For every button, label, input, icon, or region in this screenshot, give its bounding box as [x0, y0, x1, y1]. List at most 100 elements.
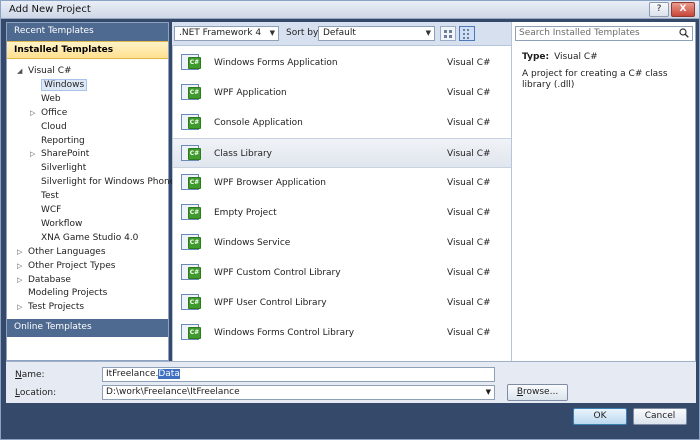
csharp-project-icon: C#	[181, 324, 201, 342]
ok-button[interactable]: OK	[573, 408, 627, 425]
template-language: Visual C#	[447, 238, 491, 248]
template-language: Visual C#	[447, 298, 491, 308]
template-row[interactable]: C# WPF Browser Application Visual C#	[173, 168, 512, 198]
location-label: Location:	[15, 388, 57, 398]
template-toolbar: .NET Framework 4 ▼ Sort by: Default ▼	[172, 22, 511, 46]
tree-item[interactable]: Windows	[41, 78, 88, 92]
template-language: Visual C#	[447, 58, 491, 68]
search-icon	[679, 28, 689, 38]
tree-item-label: Visual C#	[28, 66, 72, 76]
template-row[interactable]: C# WPF Custom Control Library Visual C#	[173, 258, 512, 288]
template-name: Console Application	[214, 118, 303, 128]
expand-arrow-icon[interactable]: ▷	[17, 245, 26, 259]
template-language: Visual C#	[447, 328, 491, 338]
template-row[interactable]: C# WPF Application Visual C#	[173, 78, 512, 108]
template-name: Windows Forms Control Library	[214, 328, 355, 338]
medium-icons-view-button[interactable]	[440, 26, 456, 41]
template-language: Visual C#	[447, 208, 491, 218]
tree-item[interactable]: XNA Game Studio 4.0	[41, 231, 138, 245]
template-row[interactable]: C# Windows Service Visual C#	[173, 228, 512, 258]
installed-templates-header[interactable]: Installed Templates	[7, 41, 168, 59]
sort-dropdown[interactable]: Default ▼	[318, 26, 435, 41]
name-label: Name:	[15, 370, 45, 380]
cancel-button[interactable]: Cancel	[633, 408, 687, 425]
dialog-footer: OK Cancel	[1, 403, 699, 439]
template-category-pane: Recent Templates Installed Templates ◢ Vi…	[6, 22, 175, 361]
framework-dropdown[interactable]: .NET Framework 4 ▼	[174, 26, 279, 41]
tree-item[interactable]: Silverlight for Windows Phone	[41, 175, 175, 189]
tree-item[interactable]: ▷ Other Project Types	[17, 259, 116, 273]
template-row[interactable]: C# Windows Forms Application Visual C#	[173, 48, 512, 78]
type-label: Type:	[522, 52, 550, 62]
location-value: D:\work\Freelance\ItFreelance	[106, 387, 240, 397]
sort-by-label: Sort by:	[286, 28, 321, 38]
tree-item-label: Other Project Types	[28, 260, 116, 271]
tree-item[interactable]: Cloud	[41, 120, 67, 134]
template-list: C# Windows Forms Application Visual C# C# WP…	[172, 46, 512, 361]
template-name: Class Library	[214, 149, 273, 159]
search-templates-input[interactable]: Search Installed Templates	[515, 26, 693, 41]
expand-arrow-icon[interactable]: ▷	[17, 273, 26, 287]
template-name: WPF Browser Application	[214, 178, 326, 188]
template-name: WPF Custom Control Library	[214, 268, 341, 278]
project-name-input[interactable]: ItFreelance.Data	[102, 367, 495, 382]
template-name: WPF User Control Library	[214, 298, 327, 308]
template-language: Visual C#	[447, 118, 491, 128]
sort-value: Default	[323, 28, 356, 38]
recent-templates-header[interactable]: Recent Templates	[7, 23, 168, 41]
online-templates-header[interactable]: Online Templates	[7, 319, 168, 337]
tree-item-label: Workflow	[41, 218, 83, 229]
tree-item[interactable]: ▷ Other Languages	[17, 245, 106, 259]
template-name: Windows Service	[214, 238, 291, 248]
close-button[interactable]: X	[671, 2, 695, 17]
tree-item[interactable]: Reporting	[41, 134, 85, 148]
add-new-project-dialog: Add New Project ? X Recent Templates Ins…	[0, 0, 700, 440]
template-name: Empty Project	[214, 208, 277, 218]
help-button[interactable]: ?	[649, 2, 669, 17]
tree-item-label: Other Languages	[28, 246, 106, 257]
template-row[interactable]: C# Empty Project Visual C#	[173, 198, 512, 228]
csharp-project-icon: C#	[181, 145, 201, 163]
tree-item[interactable]: Test	[41, 189, 59, 203]
tree-item[interactable]: WCF	[41, 203, 61, 217]
name-value-plain: ItFreelance.	[106, 369, 159, 379]
template-row[interactable]: C# Windows Forms Control Library Visual C#	[173, 318, 512, 348]
tree-item[interactable]: Workflow	[41, 217, 82, 231]
small-icons-view-button[interactable]	[459, 26, 475, 41]
tree-item[interactable]: Web	[41, 92, 61, 106]
tree-item[interactable]: ▷ SharePoint	[30, 147, 90, 161]
browse-button[interactable]: Browse...	[507, 384, 568, 401]
tree-item-label: Cloud	[41, 121, 67, 132]
template-description: A project for creating a C# class librar…	[522, 69, 668, 90]
title-bar: Add New Project ? X	[1, 1, 699, 19]
name-value-selection: Data	[158, 369, 180, 379]
tree-item[interactable]: ▷ Test Projects	[17, 300, 85, 314]
expand-arrow-icon[interactable]: ▷	[30, 147, 39, 161]
csharp-project-icon: C#	[181, 234, 201, 252]
template-language: Visual C#	[447, 149, 491, 159]
collapse-arrow-icon[interactable]: ◢	[17, 64, 26, 78]
template-name: WPF Application	[214, 88, 287, 98]
tree-item-label: Reporting	[41, 135, 85, 146]
expand-arrow-icon[interactable]: ▷	[17, 300, 26, 314]
tree-item-label: Test Projects	[28, 302, 85, 313]
csharp-project-icon: C#	[181, 174, 201, 192]
location-combo[interactable]: D:\work\Freelance\ItFreelance ▼	[102, 385, 495, 400]
tree-item[interactable]: ◢ Visual C#	[17, 64, 72, 78]
tree-item-label: SharePoint	[41, 149, 90, 160]
tree-item-label: Office	[41, 107, 68, 118]
template-row[interactable]: C# Console Application Visual C#	[173, 108, 512, 138]
template-row[interactable]: C# Class Library Visual C#	[173, 138, 512, 168]
expand-arrow-icon[interactable]: ▷	[30, 106, 39, 120]
tree-item[interactable]: Silverlight	[41, 161, 86, 175]
template-row[interactable]: C# WPF User Control Library Visual C#	[173, 288, 512, 318]
template-language: Visual C#	[447, 268, 491, 278]
tree-item[interactable]: ▷ Database	[17, 273, 71, 287]
tree-item-label: Database	[28, 274, 71, 285]
chevron-down-icon: ▼	[269, 29, 275, 37]
template-details-pane: Search Installed Templates Type: Visual C…	[511, 22, 696, 361]
tree-item[interactable]: Modeling Projects	[28, 286, 107, 300]
tree-item[interactable]: ▷ Office	[30, 106, 68, 120]
expand-arrow-icon[interactable]: ▷	[17, 259, 26, 273]
tree-item-label: Silverlight	[41, 163, 87, 174]
